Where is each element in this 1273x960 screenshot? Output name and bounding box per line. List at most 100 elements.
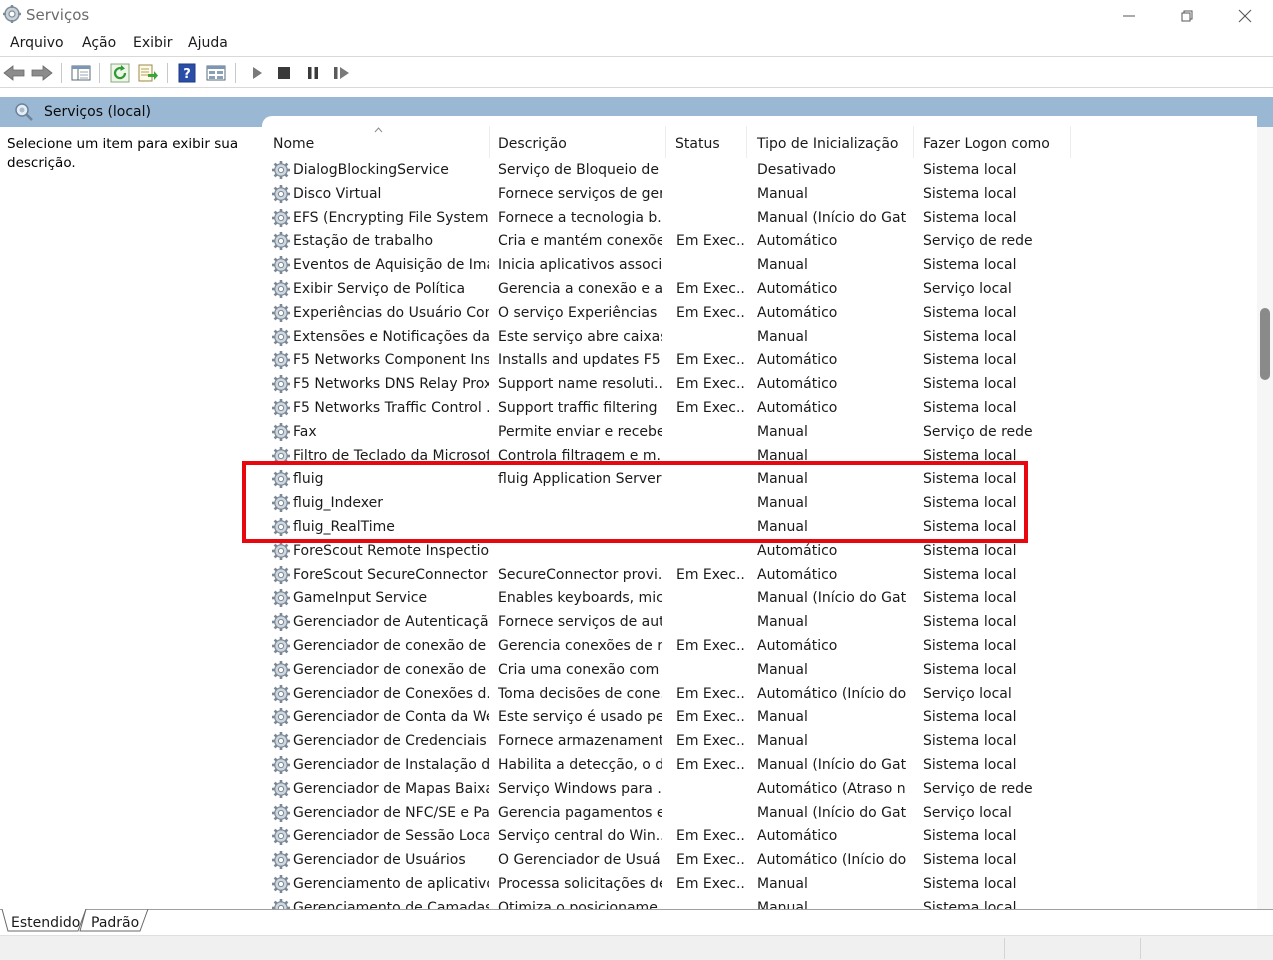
table-row[interactable]: Fax Permite enviar e recebe... Manual Servi… — [262, 420, 1257, 444]
table-row[interactable]: fluig_RealTime Manual Sistema local — [262, 515, 1257, 539]
menu-exibir[interactable]: Exibir — [133, 35, 173, 51]
column-header-name[interactable]: Nome — [263, 126, 490, 158]
menu-ajuda[interactable]: Ajuda — [188, 35, 228, 51]
cell-description: Fornece armazenament... — [498, 733, 662, 750]
table-row[interactable]: Disco Virtual Fornece serviços de ger... M… — [262, 182, 1257, 206]
table-row[interactable]: Gerenciador de Conexões d... Toma decisõe… — [262, 682, 1257, 706]
description-text: Selecione um item para exibir sua descri… — [7, 136, 239, 171]
table-row[interactable]: DialogBlockingService Serviço de Bloqueio… — [262, 158, 1257, 182]
service-gear-icon — [272, 589, 290, 608]
cell-name: Gerenciador de Conta da Web — [293, 709, 489, 726]
back-button[interactable] — [3, 62, 25, 84]
service-gear-icon — [272, 684, 290, 703]
menu-acao[interactable]: Ação — [82, 35, 116, 51]
cell-description: Este serviço abre caixas ... — [498, 328, 662, 345]
refresh-button[interactable] — [109, 62, 131, 84]
resume-service-button[interactable] — [331, 62, 353, 84]
cell-description: Enables keyboards, mic... — [498, 590, 662, 607]
cell-startup-type: Manual — [757, 423, 808, 440]
stop-service-button[interactable] — [273, 62, 295, 84]
pause-service-button[interactable] — [302, 62, 324, 84]
table-row[interactable]: GameInput Service Enables keyboards, mic.… — [262, 586, 1257, 610]
table-row[interactable]: EFS (Encrypting File System) Fornece a te… — [262, 206, 1257, 230]
start-service-button[interactable] — [246, 62, 268, 84]
cell-status: Em Exec... — [676, 852, 746, 869]
cell-name: EFS (Encrypting File System) — [293, 209, 489, 226]
service-gear-icon — [272, 256, 290, 275]
services-gear-icon — [3, 5, 21, 23]
cell-startup-type: Manual — [757, 614, 808, 631]
table-row[interactable]: Gerenciador de Autenticaçã... Fornece ser… — [262, 610, 1257, 634]
table-row[interactable]: F5 Networks Component Ins... Installs and… — [262, 348, 1257, 372]
service-gear-icon — [272, 327, 290, 346]
cell-description: Serviço Windows para ... — [498, 780, 662, 797]
column-header-status[interactable]: Status — [665, 126, 747, 158]
vertical-scrollbar[interactable] — [1257, 127, 1273, 909]
table-row[interactable]: Gerenciador de Usuários O Gerenciador de … — [262, 848, 1257, 872]
cell-log-on-as: Sistema local — [923, 209, 1017, 226]
table-row[interactable]: ForeScout SecureConnector ... SecureConne… — [262, 563, 1257, 587]
cell-name: ForeScout Remote Inspectio... — [293, 542, 489, 559]
table-row[interactable]: Gerenciamento de Camadas ... Otimiza o po… — [262, 896, 1257, 909]
tab-padrao[interactable]: Padrão — [91, 915, 139, 931]
cell-description: Serviço de Bloqueio de ... — [498, 162, 662, 178]
table-row[interactable]: Gerenciador de Credenciais Fornece armaze… — [262, 729, 1257, 753]
refresh-icon — [110, 63, 130, 83]
service-gear-icon — [272, 470, 290, 489]
minimize-button[interactable] — [1100, 0, 1158, 31]
table-row[interactable]: Gerenciamento de aplicativo Processa soli… — [262, 872, 1257, 896]
help-button[interactable]: ? — [176, 62, 198, 84]
cell-name: fluig_RealTime — [293, 519, 395, 535]
table-row[interactable]: Gerenciador de conexão de ... Gerencia co… — [262, 634, 1257, 658]
cell-log-on-as: Sistema local — [923, 828, 1017, 845]
cell-name: F5 Networks Traffic Control ... — [293, 400, 489, 416]
table-row[interactable]: fluig fluig Application Server Manual Siste… — [262, 467, 1257, 491]
restore-button[interactable] — [1158, 0, 1216, 31]
cell-description: Cria e mantém conexõe... — [498, 233, 662, 250]
status-divider — [1140, 938, 1141, 959]
table-row[interactable]: ForeScout Remote Inspectio... Automático S… — [262, 539, 1257, 563]
cell-log-on-as: Sistema local — [923, 661, 1017, 678]
menu-bar: Arquivo Ação Exibir Ajuda — [0, 31, 1273, 57]
cell-log-on-as: Sistema local — [923, 733, 1017, 750]
cell-name: GameInput Service — [293, 590, 428, 607]
cell-description: Cria uma conexão com ... — [498, 661, 662, 678]
properties-button[interactable] — [205, 62, 227, 84]
cell-status: Em Exec... — [676, 233, 746, 250]
cell-name: Disco Virtual — [293, 185, 382, 202]
close-button[interactable] — [1216, 0, 1273, 31]
show-console-tree-button[interactable] — [70, 62, 92, 84]
table-row[interactable]: Gerenciador de Conta da Web Este serviço … — [262, 705, 1257, 729]
table-row[interactable]: Extensões e Notificações da ... Este serv… — [262, 325, 1257, 349]
table-row[interactable]: Gerenciador de Sessão Local Serviço centr… — [262, 824, 1257, 848]
services-list[interactable]: Nome Descrição Status Tipo de Inicializa… — [262, 116, 1257, 909]
export-list-button[interactable] — [137, 62, 159, 84]
table-row[interactable]: F5 Networks DNS Relay Prox... Support nam… — [262, 372, 1257, 396]
table-row[interactable]: Experiências do Usuário Con... O serviço … — [262, 301, 1257, 325]
cell-log-on-as: Sistema local — [923, 257, 1017, 274]
table-row[interactable]: Gerenciador de conexão de ... Cria uma co… — [262, 658, 1257, 682]
cell-log-on-as: Sistema local — [923, 495, 1017, 512]
table-row[interactable]: F5 Networks Traffic Control ... Support t… — [262, 396, 1257, 420]
table-row[interactable]: Gerenciador de NFC/SE e Pa... Gerencia pa… — [262, 801, 1257, 825]
cell-log-on-as: Sistema local — [923, 542, 1017, 559]
table-row[interactable]: Exibir Serviço de Política Gerencia a con… — [262, 277, 1257, 301]
cell-log-on-as: Sistema local — [923, 852, 1017, 869]
table-row[interactable]: Gerenciador de Mapas Baixa... Serviço Win… — [262, 777, 1257, 801]
table-row[interactable]: Gerenciador de Instalação d... Habilita a… — [262, 753, 1257, 777]
cell-startup-type: Automático — [757, 376, 838, 393]
close-icon — [1238, 9, 1252, 22]
cell-startup-type: Manual (Início do Gat... — [757, 804, 907, 821]
column-header-startup-type[interactable]: Tipo de Inicialização — [747, 126, 914, 158]
table-row[interactable]: Estação de trabalho Cria e mantém conexõe… — [262, 229, 1257, 253]
cell-startup-type: Automático — [757, 304, 838, 321]
scrollbar-thumb[interactable] — [1260, 308, 1270, 380]
forward-button[interactable] — [31, 62, 53, 84]
table-row[interactable]: Eventos de Aquisição de Ima... Inicia apl… — [262, 253, 1257, 277]
column-header-log-on-as[interactable]: Fazer Logon como — [913, 126, 1071, 158]
menu-arquivo[interactable]: Arquivo — [10, 35, 64, 51]
table-row[interactable]: fluig_Indexer Manual Sistema local — [262, 491, 1257, 515]
column-header-description[interactable]: Descrição — [488, 126, 666, 158]
tab-estendido[interactable]: Estendido — [11, 915, 80, 931]
table-row[interactable]: Filtro de Teclado da Microsoft Controla f… — [262, 444, 1257, 468]
